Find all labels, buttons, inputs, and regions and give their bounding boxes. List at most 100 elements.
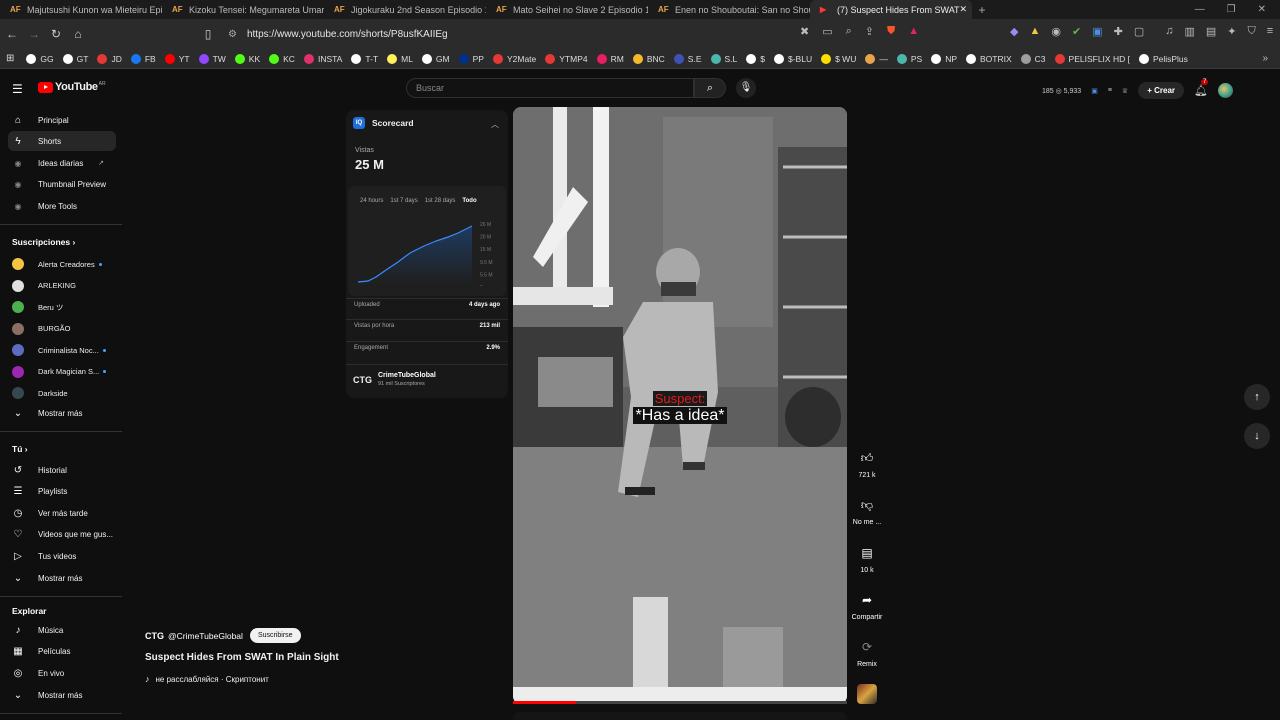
bookmark-item[interactable]: GG [26, 53, 54, 64]
bookmark-item[interactable]: Y2Mate [492, 53, 536, 64]
voice-search-button[interactable]: 🎙 [736, 78, 756, 98]
share-icon[interactable]: ⇪ [865, 25, 874, 38]
explore-item[interactable]: ◎ En vivo [8, 663, 116, 683]
bookmark-item[interactable]: BOTRIX [966, 53, 1012, 64]
channel-avatar-abbr[interactable]: CTG [145, 631, 164, 641]
bookmark-item[interactable]: INSTA [303, 53, 342, 64]
extension-icon[interactable]: ◉ [1051, 25, 1061, 38]
sidebar-item-ideas[interactable]: ◉ Ideas diarias ↗ [8, 153, 116, 173]
extension-icon[interactable]: ◆ [1010, 25, 1018, 38]
thumbs-up-icon[interactable]: 👍︎ [853, 444, 881, 472]
you-item[interactable]: ☰ Playlists [8, 482, 116, 502]
bookmark-item[interactable]: KK [234, 53, 260, 64]
rewards-icon[interactable]: ▲ [908, 25, 919, 38]
subscription-item[interactable]: Beru ツ [8, 297, 116, 317]
bookmark-item[interactable]: PS [896, 53, 922, 64]
apps-icon[interactable]: ⊞ [6, 53, 14, 64]
next-short-arrow-icon[interactable]: ↓ [1244, 423, 1270, 449]
bookmark-item[interactable]: ML [387, 53, 413, 64]
range-tab[interactable]: 24 hours [360, 198, 383, 204]
vpn-icon[interactable]: ⛉ [1248, 25, 1256, 38]
you-show-more[interactable]: ⌄ Mostrar más [8, 568, 116, 588]
short-title[interactable]: Suspect Hides From SWAT In Plain Sight [145, 652, 339, 663]
browser-tab[interactable]: AF Majutsushi Kunon wa Mieteiru Episo [0, 0, 162, 19]
dislike-action[interactable]: 👎︎ No me ... [845, 491, 889, 526]
like-action[interactable]: 👍︎ 721 k [845, 444, 889, 479]
bookmark-item[interactable]: BNC [632, 53, 665, 64]
bookmark-item[interactable]: GT [62, 53, 88, 64]
range-tab[interactable]: Todo [462, 198, 476, 204]
sidebar-item-home[interactable]: ⌂ Principal [8, 110, 116, 130]
short-music[interactable]: ♪ не расслабляйся · Скриптонит [145, 674, 339, 684]
sidebar-item-thumbnail-preview[interactable]: ◉ Thumbnail Preview [8, 174, 116, 194]
subscription-item[interactable]: BURGÃO [8, 319, 116, 339]
forward-icon[interactable]: → [24, 27, 44, 41]
comments-action[interactable]: ▤ 10 k [845, 539, 889, 574]
share-action[interactable]: ➦ Compartir [845, 586, 889, 621]
you-item[interactable]: ◷ Ver más tarde [8, 503, 116, 523]
bookmark-item[interactable]: PP [458, 53, 484, 64]
bookmark-item[interactable]: $ [746, 53, 765, 64]
you-item[interactable]: ▷ Tus videos [8, 546, 116, 566]
sidebar-toggle-icon[interactable]: ▥ [1184, 25, 1194, 38]
previous-short-arrow-icon[interactable]: ↑ [1244, 384, 1270, 410]
explore-item[interactable]: ♪ Música [8, 620, 116, 640]
subscriptions-show-more[interactable]: ⌄ Mostrar más [8, 403, 116, 423]
minimize-icon[interactable]: — [1195, 4, 1205, 15]
menu-hamburger-icon[interactable]: ☰ [12, 82, 23, 96]
bookmark-item[interactable]: C3 [1020, 53, 1046, 64]
mute-icon[interactable]: ✖ [800, 25, 809, 38]
you-section-title[interactable]: Tú › [12, 444, 28, 454]
browser-tab[interactable]: AF Jigokuraku 2nd Season Episodio 1 Su [324, 0, 486, 19]
bookmark-item[interactable]: PELISFLIX HD [ [1054, 53, 1130, 64]
remix-action[interactable]: ⟳ Remix [845, 633, 889, 668]
account-avatar[interactable] [1217, 83, 1233, 98]
browser-tab[interactable]: AF Enen no Shouboutai: San no Shou Ep [648, 0, 810, 19]
extension-icon[interactable]: ▲ [1029, 25, 1040, 38]
range-tab[interactable]: 1st 28 days [425, 198, 456, 204]
bookmark-item[interactable]: NP [931, 53, 957, 64]
bookmark-item[interactable]: S.E [673, 53, 702, 64]
bookmark-item[interactable]: TW [198, 53, 226, 64]
channel-handle[interactable]: @CrimeTubeGlobal [168, 631, 243, 641]
bookmark-item[interactable]: $-BLU [774, 53, 812, 64]
extension-badge-icon[interactable]: ▣ [1091, 87, 1098, 95]
bookmark-item[interactable]: KC [269, 53, 295, 64]
sound-thumbnail[interactable] [857, 684, 877, 704]
youtube-logo[interactable]: YouTube AR [38, 81, 106, 93]
explore-item[interactable]: ▦ Películas [8, 642, 116, 662]
cast-icon[interactable]: ▭ [822, 25, 832, 38]
bookmark-item[interactable]: YTMP4 [545, 53, 588, 64]
bookmark-item[interactable]: GM [421, 53, 450, 64]
bookmark-item[interactable]: — [865, 53, 888, 64]
bookmark-item[interactable]: YT [164, 53, 190, 64]
explore-show-more[interactable]: ⌄ Mostrar más [8, 685, 116, 705]
subscribe-button[interactable]: Suscribirse [249, 628, 301, 643]
close-window-icon[interactable]: ✕ [1258, 4, 1266, 15]
comment-icon[interactable]: ▤ [853, 539, 881, 567]
subscription-item[interactable]: Darkside [8, 383, 116, 403]
subscription-item[interactable]: ARLEKING [8, 276, 116, 296]
menu-icon[interactable]: ≡ [1267, 25, 1273, 38]
subscription-item[interactable]: Dark Magician S... [8, 362, 116, 382]
short-video-player[interactable]: Suspect: *Has a idea* [513, 107, 847, 704]
search-input[interactable]: Buscar [406, 78, 694, 98]
subscription-item[interactable]: Alerta Creadores [8, 254, 116, 274]
ai-icon[interactable]: ✦ [1227, 25, 1236, 38]
trophy-icon[interactable]: ♕ [1122, 87, 1128, 95]
remix-icon[interactable]: ⟳ [853, 633, 881, 661]
bookmark-item[interactable]: FB [130, 53, 156, 64]
bookmark-item[interactable]: $ WU [821, 53, 856, 64]
bookmark-item[interactable]: RM [596, 53, 624, 64]
bookmarks-overflow-icon[interactable]: » [1262, 53, 1268, 64]
site-settings-icon[interactable]: ⚙ [228, 29, 237, 40]
bookmark-icon[interactable]: ▯ [198, 27, 218, 41]
new-tab-icon[interactable]: + [972, 3, 992, 17]
back-icon[interactable]: ← [2, 27, 22, 41]
bookmark-item[interactable]: S.L [710, 53, 737, 64]
extension-icon[interactable]: ▣ [1092, 25, 1102, 38]
bookmark-item[interactable]: PelisPlus [1138, 53, 1188, 64]
browser-tab[interactable]: AF Kizoku Tensei: Megumareta Umare k [162, 0, 324, 19]
bookmark-item[interactable]: T-T [351, 53, 378, 64]
search-button[interactable]: ⌕ [694, 78, 726, 98]
